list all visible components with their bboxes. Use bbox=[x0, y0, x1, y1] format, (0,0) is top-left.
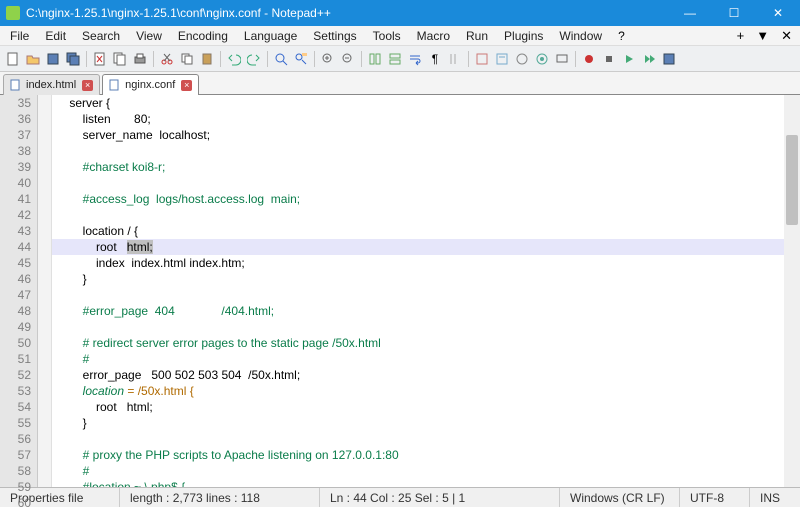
wrap-icon[interactable] bbox=[406, 50, 424, 68]
menu-file[interactable]: File bbox=[2, 27, 37, 45]
fold-margin[interactable] bbox=[38, 95, 52, 487]
replace-icon[interactable] bbox=[292, 50, 310, 68]
tab-close-icon[interactable]: × bbox=[82, 80, 93, 91]
find-icon[interactable] bbox=[272, 50, 290, 68]
open-file-icon[interactable] bbox=[24, 50, 42, 68]
zoom-out-icon[interactable] bbox=[339, 50, 357, 68]
tab-label: index.html bbox=[26, 79, 76, 91]
line-number-gutter: 3536373839404142434445464748495051525354… bbox=[0, 95, 38, 487]
menu-language[interactable]: Language bbox=[236, 27, 305, 45]
menu-search[interactable]: Search bbox=[74, 27, 128, 45]
zoom-in-icon[interactable] bbox=[319, 50, 337, 68]
status-length: length : 2,773 lines : 118 bbox=[120, 488, 320, 507]
menu-plus[interactable]: + bbox=[731, 26, 751, 45]
menu-plugins[interactable]: Plugins bbox=[496, 27, 551, 45]
indent-guide-icon[interactable] bbox=[446, 50, 464, 68]
menu-view[interactable]: View bbox=[128, 27, 170, 45]
menu-edit[interactable]: Edit bbox=[37, 27, 74, 45]
menu-dropdown[interactable]: ▼ bbox=[750, 26, 775, 45]
menu-tools[interactable]: Tools bbox=[365, 27, 409, 45]
stop-icon[interactable] bbox=[600, 50, 618, 68]
monitor-icon[interactable] bbox=[553, 50, 571, 68]
scrollbar-thumb[interactable] bbox=[786, 135, 798, 225]
file-icon bbox=[10, 79, 22, 91]
cut-icon[interactable] bbox=[158, 50, 176, 68]
paste-icon[interactable] bbox=[198, 50, 216, 68]
window-title: C:\nginx-1.25.1\nginx-1.25.1\conf\nginx.… bbox=[26, 6, 668, 20]
func-list-icon[interactable] bbox=[513, 50, 531, 68]
save-icon[interactable] bbox=[44, 50, 62, 68]
play-icon[interactable] bbox=[620, 50, 638, 68]
undo-icon[interactable] bbox=[225, 50, 243, 68]
menu-window[interactable]: Window bbox=[551, 27, 610, 45]
tab-nginx-conf[interactable]: nginx.conf × bbox=[102, 74, 199, 95]
play-multi-icon[interactable] bbox=[640, 50, 658, 68]
sync-h-icon[interactable] bbox=[386, 50, 404, 68]
status-encoding: UTF-8 bbox=[680, 488, 750, 507]
menu-help[interactable]: ? bbox=[610, 27, 633, 45]
tab-label: nginx.conf bbox=[125, 79, 175, 91]
vertical-scrollbar[interactable] bbox=[784, 95, 800, 487]
status-mode: INS bbox=[750, 488, 800, 507]
menu-settings[interactable]: Settings bbox=[305, 27, 364, 45]
close-all-icon[interactable] bbox=[111, 50, 129, 68]
status-position: Ln : 44 Col : 25 Sel : 5 | 1 bbox=[320, 488, 560, 507]
maximize-button[interactable]: ☐ bbox=[712, 0, 756, 26]
editor[interactable]: 3536373839404142434445464748495051525354… bbox=[0, 95, 800, 487]
menu-x[interactable]: ✕ bbox=[775, 26, 798, 46]
status-eol: Windows (CR LF) bbox=[560, 488, 680, 507]
menu-macro[interactable]: Macro bbox=[409, 27, 458, 45]
statusbar: Properties file length : 2,773 lines : 1… bbox=[0, 487, 800, 507]
sync-v-icon[interactable] bbox=[366, 50, 384, 68]
menu-encoding[interactable]: Encoding bbox=[170, 27, 236, 45]
tabbar: index.html × nginx.conf × bbox=[0, 72, 800, 95]
file-icon bbox=[109, 79, 121, 91]
code-area[interactable]: server { listen 80; server_name localhos… bbox=[52, 95, 800, 487]
menubar: File Edit Search View Encoding Language … bbox=[0, 26, 800, 46]
titlebar: C:\nginx-1.25.1\nginx-1.25.1\conf\nginx.… bbox=[0, 0, 800, 26]
show-all-chars-icon[interactable]: ¶ bbox=[426, 50, 444, 68]
print-icon[interactable] bbox=[131, 50, 149, 68]
close-button[interactable]: ✕ bbox=[756, 0, 800, 26]
tab-close-icon[interactable]: × bbox=[181, 80, 192, 91]
redo-icon[interactable] bbox=[245, 50, 263, 68]
copy-icon[interactable] bbox=[178, 50, 196, 68]
record-icon[interactable] bbox=[580, 50, 598, 68]
new-file-icon[interactable] bbox=[4, 50, 22, 68]
toolbar: ¶ bbox=[0, 46, 800, 72]
app-icon bbox=[6, 6, 20, 20]
close-file-icon[interactable] bbox=[91, 50, 109, 68]
doc-map-icon[interactable] bbox=[473, 50, 491, 68]
save-macro-icon[interactable] bbox=[660, 50, 678, 68]
folder-as-ws-icon[interactable] bbox=[533, 50, 551, 68]
save-all-icon[interactable] bbox=[64, 50, 82, 68]
tab-index-html[interactable]: index.html × bbox=[3, 74, 100, 95]
doc-list-icon[interactable] bbox=[493, 50, 511, 68]
menu-run[interactable]: Run bbox=[458, 27, 496, 45]
minimize-button[interactable]: — bbox=[668, 0, 712, 26]
